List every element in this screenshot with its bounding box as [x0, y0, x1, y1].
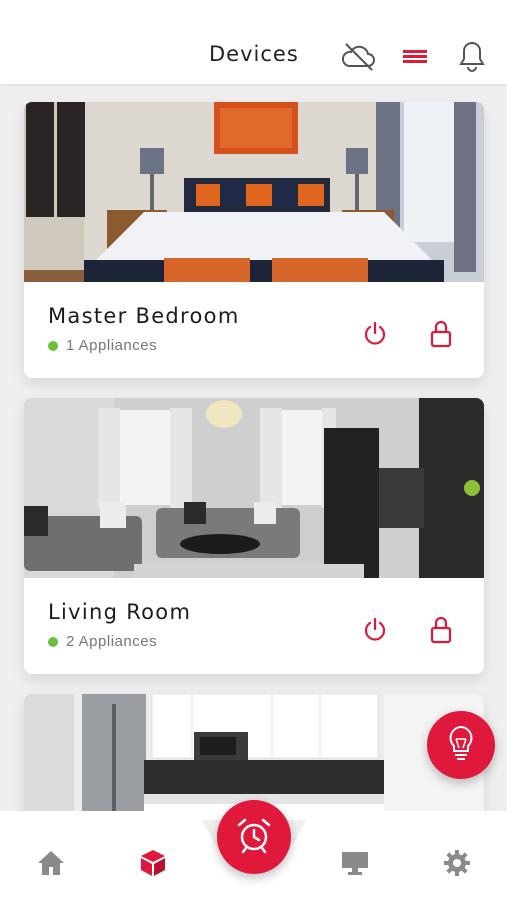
power-icon[interactable]	[360, 319, 390, 349]
appliance-count-label: 2 Appliances	[66, 633, 158, 650]
lightbulb-button[interactable]	[427, 711, 495, 779]
appliance-count-label: 1 Appliances	[66, 337, 158, 354]
living-room-photo	[24, 398, 484, 578]
room-card-master-bedroom[interactable]: Master Bedroom 1 Appliances	[24, 102, 484, 378]
status-dot	[48, 340, 58, 351]
monitor-icon	[340, 850, 370, 881]
appliance-count: 2 Appliances	[48, 633, 157, 650]
power-icon[interactable]	[360, 615, 390, 645]
menu-icon[interactable]	[397, 38, 433, 74]
bedroom-photo	[24, 102, 484, 282]
lock-icon[interactable]	[426, 615, 456, 645]
cloud-off-icon[interactable]	[340, 38, 376, 74]
tab-settings[interactable]	[437, 845, 477, 885]
alarm-clock-icon	[234, 815, 274, 860]
lock-icon[interactable]	[426, 319, 456, 349]
gear-icon	[443, 849, 471, 882]
room-list[interactable]: Master Bedroom 1 Appliances Living Room …	[0, 84, 507, 820]
appliance-count: 1 Appliances	[48, 337, 157, 354]
app-header: Devices	[0, 0, 507, 84]
room-name: Living Room	[48, 600, 192, 624]
tab-monitor[interactable]	[335, 845, 375, 885]
home-icon	[36, 849, 66, 882]
room-card-info: Living Room 2 Appliances	[24, 578, 484, 674]
tab-home[interactable]	[31, 845, 71, 885]
cube-icon	[139, 848, 167, 883]
status-dot	[48, 636, 58, 647]
alarm-button[interactable]	[217, 800, 291, 874]
lightbulb-icon	[444, 724, 478, 767]
bell-icon[interactable]	[454, 38, 490, 74]
tab-devices[interactable]	[133, 845, 173, 885]
room-name: Master Bedroom	[48, 304, 240, 328]
room-card-living-room[interactable]: Living Room 2 Appliances	[24, 398, 484, 674]
page-title: Devices	[209, 42, 299, 66]
room-card-info: Master Bedroom 1 Appliances	[24, 282, 484, 378]
